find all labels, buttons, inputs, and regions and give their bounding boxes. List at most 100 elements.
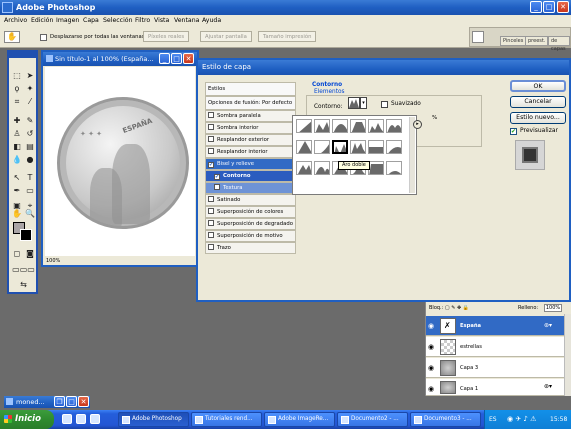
print-size-button[interactable]: Tamaño impresión [258,31,317,42]
contour-checkbox[interactable]: ✔ [214,174,220,180]
dodge-tool-icon[interactable]: ● [24,154,36,166]
zoom-tool-icon[interactable]: 🔍 [24,208,36,220]
quicklaunch-ie-icon[interactable] [62,414,72,424]
contour-preset-11[interactable] [368,140,384,154]
menu-imagen[interactable]: Imagen [56,17,79,24]
style-contour[interactable]: ✔ Contorno [205,170,296,182]
inner-shadow-checkbox[interactable] [208,124,214,130]
bevel-emboss-checkbox[interactable]: ✔ [208,162,214,168]
menu-ayuda[interactable]: Ayuda [202,17,221,24]
layers-scrollbar[interactable] [564,314,571,396]
task-tutoriales[interactable]: Tutoriales rend... [191,412,262,427]
menu-ventana[interactable]: Ventana [174,17,199,24]
gradient-overlay-checkbox[interactable] [208,220,214,226]
menu-archivo[interactable]: Archivo [4,17,27,24]
contour-preset-10[interactable] [350,140,366,154]
layer-row-capa-1[interactable]: ◉ Capa 1 ⊛▾ [426,379,564,396]
move-tool-icon[interactable]: ➤ [24,70,36,82]
styles-header[interactable]: Estilos [205,82,296,96]
start-button[interactable]: Inicio [0,410,54,429]
hand-tool-preset-icon[interactable]: ✋ [4,31,20,43]
crop-tool-icon[interactable]: ⌗ [11,96,23,108]
layer-effects-icon[interactable]: ⊛▾ [544,322,552,329]
layer-row-estrellas[interactable]: ◉ estrellas [426,337,564,357]
style-stroke[interactable]: Trazo [205,242,296,254]
path-selection-icon[interactable]: ↖ [11,172,23,184]
style-pattern-overlay[interactable]: Superposición de motivo [205,230,296,242]
preview-checkbox[interactable]: ✔ [510,128,517,135]
minimized-document[interactable]: moned... ❐ □ ✕ [4,396,90,408]
stroke-checkbox[interactable] [208,244,214,250]
background-color-swatch[interactable] [20,229,32,241]
actual-pixels-button[interactable]: Píxeles reales [143,31,190,42]
brush-tool-icon[interactable]: ✎ [24,115,36,127]
jump-to-imageready-icon[interactable]: ⇆ [11,279,36,291]
doc-minimize-button[interactable]: _ [159,53,170,64]
doc-close-button[interactable]: ✕ [183,53,194,64]
contour-preset-5[interactable] [368,119,384,133]
antialiased-checkbox[interactable] [381,101,388,108]
task-documento2[interactable]: Documento2 - ... [337,412,408,427]
shape-tool-icon[interactable]: ▭ [24,185,36,197]
task-imageready[interactable]: Adobe ImageRe... [264,412,335,427]
style-gradient-overlay[interactable]: Superposición de degradado [205,218,296,230]
type-tool-icon[interactable]: T [24,172,36,184]
contour-preset-17[interactable] [368,161,384,175]
language-indicator[interactable]: ES [489,416,497,423]
contour-picker-scrollbar[interactable] [409,117,415,193]
contour-preset-14[interactable] [314,161,330,175]
texture-checkbox[interactable] [214,184,220,190]
history-brush-icon[interactable]: ↺ [24,128,36,140]
contour-preset-7[interactable] [296,140,312,154]
lasso-tool-icon[interactable]: ϙ [11,83,23,95]
eraser-tool-icon[interactable]: ◧ [11,141,23,153]
cancel-button[interactable]: Cancelar [510,96,566,108]
contour-dropdown-arrow[interactable]: ▾ [360,97,367,109]
pen-tool-icon[interactable]: ✒ [11,185,23,197]
layer-row-capa-3[interactable]: ◉ Capa 3 [426,358,564,378]
menu-filtro[interactable]: Filtro [135,17,150,24]
color-overlay-checkbox[interactable] [208,208,214,214]
style-inner-glow[interactable]: Resplandor interior [205,146,296,158]
contour-preview[interactable] [348,97,360,109]
gradient-tool-icon[interactable]: ▤ [24,141,36,153]
zoom-level[interactable]: 100% [46,258,60,264]
healing-brush-icon[interactable]: ✚ [11,115,23,127]
style-color-overlay[interactable]: Superposición de colores [205,206,296,218]
contour-preset-9[interactable] [332,140,348,154]
tab-pinceles[interactable]: Pinceles [500,36,527,46]
style-inner-shadow[interactable]: Sombra interior [205,122,296,134]
menu-edicion[interactable]: Edición [31,17,53,24]
menu-seleccion[interactable]: Selección [103,17,133,24]
scroll-all-windows-checkbox[interactable] [40,34,47,41]
tray-icons[interactable]: ◉ ✈ ♪ ⚠ [507,415,536,423]
screen-modes-icon[interactable]: ▭▭▭ [11,264,36,276]
new-style-button[interactable]: Estilo nuevo... [510,112,566,124]
quick-mask-icon[interactable]: ◙ [24,248,36,260]
contour-preset-1[interactable] [296,119,312,133]
eye-icon[interactable]: ◉ [428,385,436,393]
inner-glow-checkbox[interactable] [208,148,214,154]
document-titlebar[interactable]: Sin título-1 al 100% (España... _ □ ✕ [43,52,197,66]
style-outer-glow[interactable]: Resplandor exterior [205,134,296,146]
contour-preset-18[interactable] [386,161,402,175]
layer-row-espana[interactable]: ◉ ✗ España ⊛▾ [426,316,564,336]
mini-close-button[interactable]: ✕ [78,396,89,407]
palette-well-icon[interactable] [472,31,484,43]
eye-icon[interactable]: ◉ [428,364,436,372]
contour-preset-12[interactable] [386,140,402,154]
lock-icons[interactable]: Bloq.: ▢ ✎ ✥ 🔒 [429,302,469,314]
eye-icon[interactable]: ◉ [428,322,436,330]
standard-mode-icon[interactable]: ◻ [11,248,23,260]
hand-tool-icon[interactable]: ✋ [11,208,23,220]
style-satin[interactable]: Satinado [205,194,296,206]
drop-shadow-checkbox[interactable] [208,112,214,118]
fill-input[interactable]: 100% [544,304,562,312]
maximize-button[interactable]: □ [543,1,555,13]
marquee-tool-icon[interactable]: ⬚ [11,70,23,82]
style-drop-shadow[interactable]: Sombra paralela [205,110,296,122]
ok-button[interactable]: OK [510,80,566,92]
contour-preset-13[interactable] [296,161,312,175]
style-bevel-emboss[interactable]: ✔ Bisel y relieve [205,158,296,170]
eye-icon[interactable]: ◉ [428,343,436,351]
